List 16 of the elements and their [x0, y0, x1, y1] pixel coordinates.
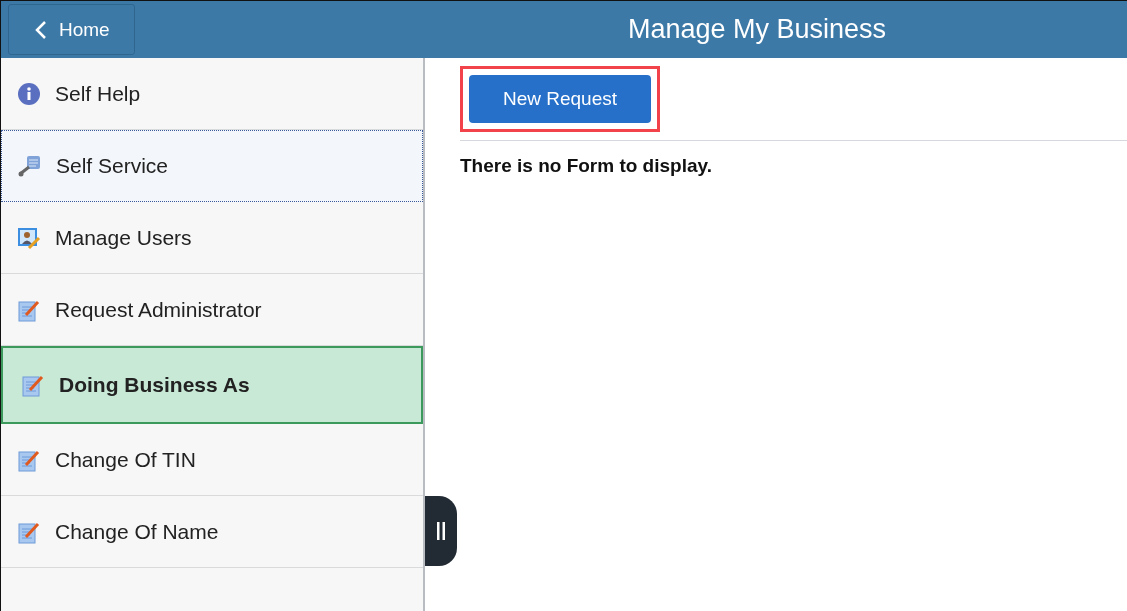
- back-chevron-icon: [35, 20, 47, 39]
- info-icon: [17, 81, 41, 106]
- sidebar-item[interactable]: Self Service: [1, 130, 423, 202]
- sidebar-item[interactable]: Doing Business As: [1, 346, 423, 424]
- empty-message: There is no Form to display.: [460, 155, 713, 177]
- sidebar-item[interactable]: Change Of Name: [1, 496, 423, 568]
- sidebar-item[interactable]: Change Of TIN: [1, 424, 423, 496]
- sidebar-item[interactable]: Manage Users: [1, 202, 423, 274]
- user-edit-icon: [17, 225, 41, 250]
- wrench-scroll-icon: [18, 154, 42, 178]
- collapse-handle[interactable]: [425, 496, 457, 566]
- pause-bars-icon: [436, 521, 446, 541]
- page-title: Manage My Business: [628, 14, 887, 45]
- form-edit-icon: [21, 373, 45, 397]
- new-request-button[interactable]: New Request: [469, 75, 651, 123]
- home-button[interactable]: Home: [8, 4, 135, 55]
